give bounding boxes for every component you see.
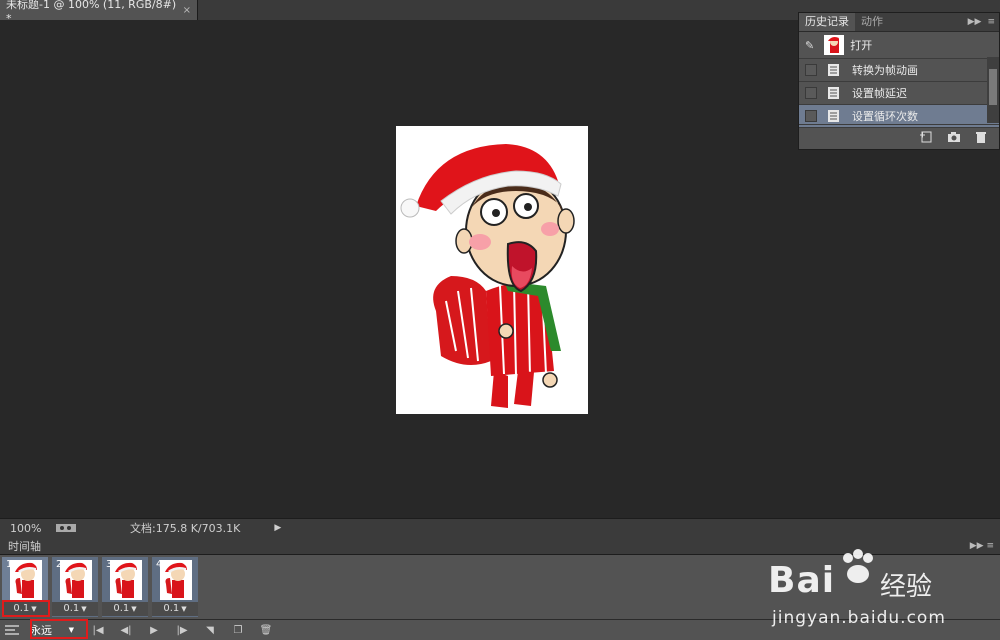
tab-history[interactable]: 历史记录 xyxy=(799,13,855,31)
history-scrollbar[interactable] xyxy=(987,57,999,123)
frame-delay-selector[interactable]: 0.1 ▼ xyxy=(102,602,148,616)
tween-icon[interactable]: ◥ xyxy=(200,621,220,639)
history-item-checkbox[interactable] xyxy=(805,64,817,76)
history-state-icon xyxy=(828,64,839,76)
panel-menu-icon[interactable]: ≡ xyxy=(987,17,995,27)
highlight-frame-delay-box xyxy=(2,600,50,617)
tab-actions[interactable]: 动作 xyxy=(855,13,889,31)
trash-icon[interactable]: 🗑 xyxy=(256,621,276,639)
camera-snapshot-icon[interactable] xyxy=(947,131,961,143)
duplicate-frame-icon[interactable]: ❐ xyxy=(228,621,248,639)
history-panel: 历史记录 动作 ▶▶ ≡ ✎ 打开 转换为帧动画 设置帧延迟 设置循环次数 xyxy=(798,12,1000,150)
convert-to-video-timeline-icon[interactable] xyxy=(4,624,20,636)
collapse-panel-icon[interactable]: ▶▶ xyxy=(968,17,982,27)
history-panel-tabs: 历史记录 动作 ▶▶ ≡ xyxy=(799,13,999,32)
frame-delay-selector[interactable]: 0.1 ▼ xyxy=(152,602,198,616)
frame-2[interactable]: 2 0.1▼ xyxy=(52,557,98,617)
history-item-label: 设置帧延迟 xyxy=(852,87,907,100)
history-item-label: 设置循环次数 xyxy=(852,110,918,123)
new-document-from-state-icon[interactable] xyxy=(919,131,933,143)
document-size-info: 文档:175.8 K/703.1K xyxy=(130,522,241,535)
snapshot-thumbnail xyxy=(824,35,845,55)
first-frame-icon[interactable]: |◀ xyxy=(88,621,108,639)
history-brush-icon[interactable]: ✎ xyxy=(805,39,814,52)
close-icon[interactable]: × xyxy=(183,5,191,16)
frame-3[interactable]: 3 0.1▼ xyxy=(102,557,148,617)
frame-thumbnail xyxy=(110,560,142,600)
highlight-loop-select-box xyxy=(30,619,88,639)
history-item-checkbox[interactable] xyxy=(805,110,817,122)
scrollbar-thumb[interactable] xyxy=(989,69,997,105)
history-panel-footer xyxy=(799,124,999,149)
frame-4[interactable]: 4 0.1▼ xyxy=(152,557,198,617)
play-icon[interactable]: ▶ xyxy=(144,621,164,639)
history-item-label: 转换为帧动画 xyxy=(852,64,918,77)
frame-thumbnail xyxy=(160,560,192,600)
frame-delay-value: 0.1 xyxy=(113,603,130,614)
history-state-icon xyxy=(828,110,839,122)
santa-character-illustration xyxy=(400,144,575,408)
chevron-down-icon: ▼ xyxy=(181,605,187,613)
timeline-title[interactable]: 时间轴 xyxy=(0,538,41,554)
status-bar: 100% 文档:175.8 K/703.1K ▶ xyxy=(0,518,1000,537)
history-snapshot-open[interactable]: ✎ 打开 xyxy=(799,32,999,59)
history-item-checkbox[interactable] xyxy=(805,87,817,99)
chevron-down-icon: ▼ xyxy=(131,605,137,613)
watermark-url: jingyan.baidu.com xyxy=(772,608,946,628)
document-tab[interactable]: 未标题-1 @ 100% (11, RGB/8#) * × xyxy=(0,0,198,25)
baidu-jingyan-watermark: Bai 经验 jingyan.baidu.com xyxy=(768,548,1000,638)
frame-delay-selector[interactable]: 0.1 ▼ xyxy=(52,602,98,616)
previous-frame-icon[interactable]: ◀| xyxy=(116,621,136,639)
watermark-brand-suffix: 经验 xyxy=(880,572,933,602)
history-item-set-frame-delay[interactable]: 设置帧延迟 xyxy=(799,82,999,105)
zoom-level[interactable]: 100% xyxy=(0,522,50,535)
next-frame-icon[interactable]: |▶ xyxy=(172,621,192,639)
snapshot-label: 打开 xyxy=(850,39,873,52)
frame-thumbnail xyxy=(10,560,42,600)
watermark-brand: Bai xyxy=(768,560,836,601)
artwork-image xyxy=(396,126,588,414)
frame-delay-value: 0.1 xyxy=(163,603,180,614)
proof-colors-icon[interactable] xyxy=(56,523,76,533)
baidu-paw-logo-icon xyxy=(843,549,873,583)
history-state-icon xyxy=(828,87,839,99)
history-item-convert-to-frame-animation[interactable]: 转换为帧动画 xyxy=(799,59,999,82)
status-menu-arrow-icon[interactable]: ▶ xyxy=(274,523,281,533)
chevron-down-icon: ▼ xyxy=(81,605,87,613)
frame-delay-value: 0.1 xyxy=(63,603,80,614)
frame-thumbnail xyxy=(60,560,92,600)
trash-icon[interactable] xyxy=(975,131,987,143)
